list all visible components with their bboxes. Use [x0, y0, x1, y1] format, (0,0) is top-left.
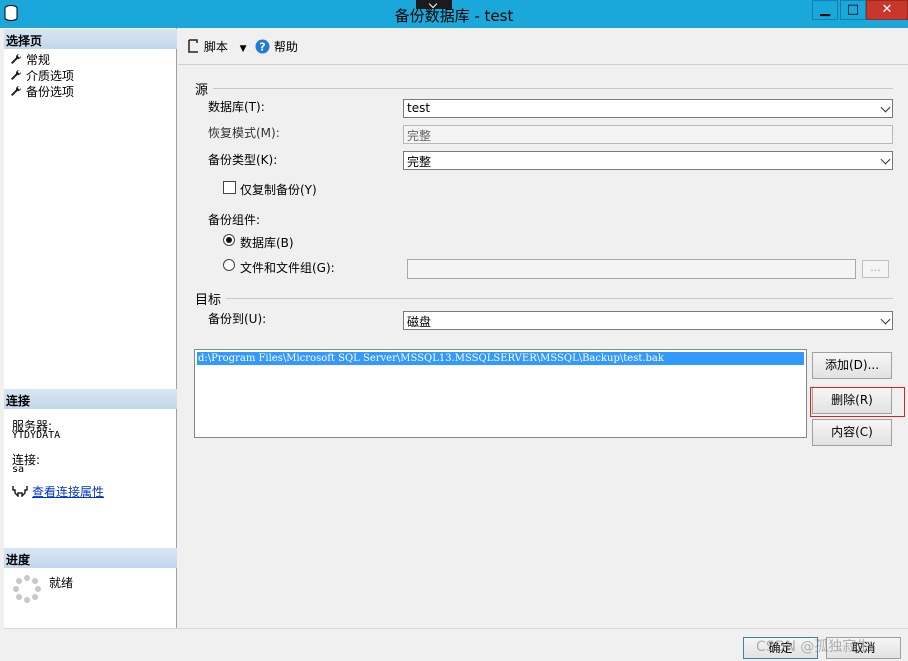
chevron-down-icon [880, 154, 891, 165]
page-item-label: 常规 [26, 53, 51, 67]
recovery-model-value: 完整 [407, 129, 432, 143]
svg-text:?: ? [259, 41, 265, 54]
page-item-media-options[interactable]: 介质选项 [10, 67, 74, 83]
filegroups-field [407, 259, 856, 279]
page-item-backup-options[interactable]: 备份选项 [10, 83, 74, 99]
backup-to-value: 磁盘 [407, 315, 432, 329]
chevron-down-icon[interactable]: ▼ [240, 44, 247, 54]
page-item-label: 备份选项 [26, 85, 75, 99]
database-select[interactable]: test [403, 99, 893, 118]
progress-status: 就绪 [49, 576, 74, 590]
plug-icon [12, 486, 28, 497]
script-icon [188, 39, 198, 53]
backup-component-label: 备份组件: [208, 213, 261, 227]
destination-group-divider [226, 298, 893, 299]
script-label: 脚本 [203, 40, 228, 54]
page-item-general[interactable]: 常规 [10, 51, 50, 67]
destination-group-label: 目标 [195, 293, 222, 308]
chevron-down-icon [880, 102, 891, 113]
view-connection-properties-link[interactable]: 查看连接属性 [12, 483, 104, 500]
chevron-down-icon [880, 314, 891, 325]
connection-header: 连接 [4, 389, 177, 409]
wrench-icon [11, 69, 22, 80]
link-label: 查看连接属性 [32, 485, 105, 499]
component-database-radio[interactable] [223, 234, 235, 246]
maximize-icon: □ [846, 2, 860, 17]
help-label: 帮助 [273, 40, 298, 54]
connection-value: sa [12, 464, 25, 475]
progress-header: 进度 [4, 548, 177, 568]
minimize-button[interactable]: ▁ [812, 0, 838, 20]
database-label: 数据库(T): [208, 100, 265, 114]
help-button[interactable]: ? 帮助 [255, 38, 298, 55]
backup-type-select[interactable]: 完整 [403, 151, 893, 170]
script-button[interactable]: 脚本 ▼ [186, 38, 247, 55]
contents-button[interactable]: 内容(C) [812, 419, 892, 446]
filegroups-browse-button: ... [862, 260, 889, 278]
toolbar: 脚本 ▼ ? 帮助 [178, 28, 908, 64]
copy-only-checkbox[interactable] [223, 181, 236, 194]
maximize-button[interactable]: □ [840, 0, 866, 20]
wrench-icon [11, 53, 22, 64]
select-page-header: 选择页 [4, 29, 177, 49]
server-value: YTDYDATA [12, 430, 61, 441]
recovery-model-field: 完整 [403, 125, 893, 144]
highlight-annotation-box [810, 387, 905, 417]
wrench-icon [11, 85, 22, 96]
watermark: CSDN @孤独寂生 [756, 639, 871, 655]
backup-type-value: 完整 [407, 155, 432, 169]
recovery-model-label: 恢复模式(M): [208, 126, 280, 140]
page-item-label: 介质选项 [26, 69, 75, 83]
backup-to-label: 备份到(U): [208, 312, 267, 326]
backup-type-label: 备份类型(K): [208, 153, 278, 167]
title-bar: 备份数据库 - test ▁ □ ✕ [0, 0, 908, 28]
spinner-icon [13, 575, 41, 603]
component-files-radio[interactable] [223, 259, 235, 271]
source-group-label: 源 [195, 83, 209, 98]
add-button[interactable]: 添加(D)... [812, 352, 892, 379]
minimize-icon: ▁ [820, 2, 830, 17]
component-files-label: 文件和文件组(G): [240, 261, 335, 275]
window-title: 备份数据库 - test [394, 7, 514, 25]
close-button[interactable]: ✕ [866, 0, 908, 20]
backup-to-select[interactable]: 磁盘 [403, 311, 893, 330]
list-item[interactable]: d:\Program Files\Microsoft SQL Server\MS… [197, 352, 804, 365]
database-value: test [407, 101, 431, 115]
close-icon: ✕ [881, 2, 893, 17]
source-group-divider [213, 88, 893, 89]
main-form [178, 65, 908, 628]
component-database-label: 数据库(B) [240, 236, 294, 250]
copy-only-label: 仅复制备份(Y) [240, 183, 317, 197]
backup-destination-list[interactable]: d:\Program Files\Microsoft SQL Server\MS… [194, 349, 807, 438]
left-pane: 选择页 常规 介质选项 备份选项 连接 服务器: YTDYDATA 连接: sa… [4, 28, 177, 628]
help-icon: ? [255, 39, 270, 54]
